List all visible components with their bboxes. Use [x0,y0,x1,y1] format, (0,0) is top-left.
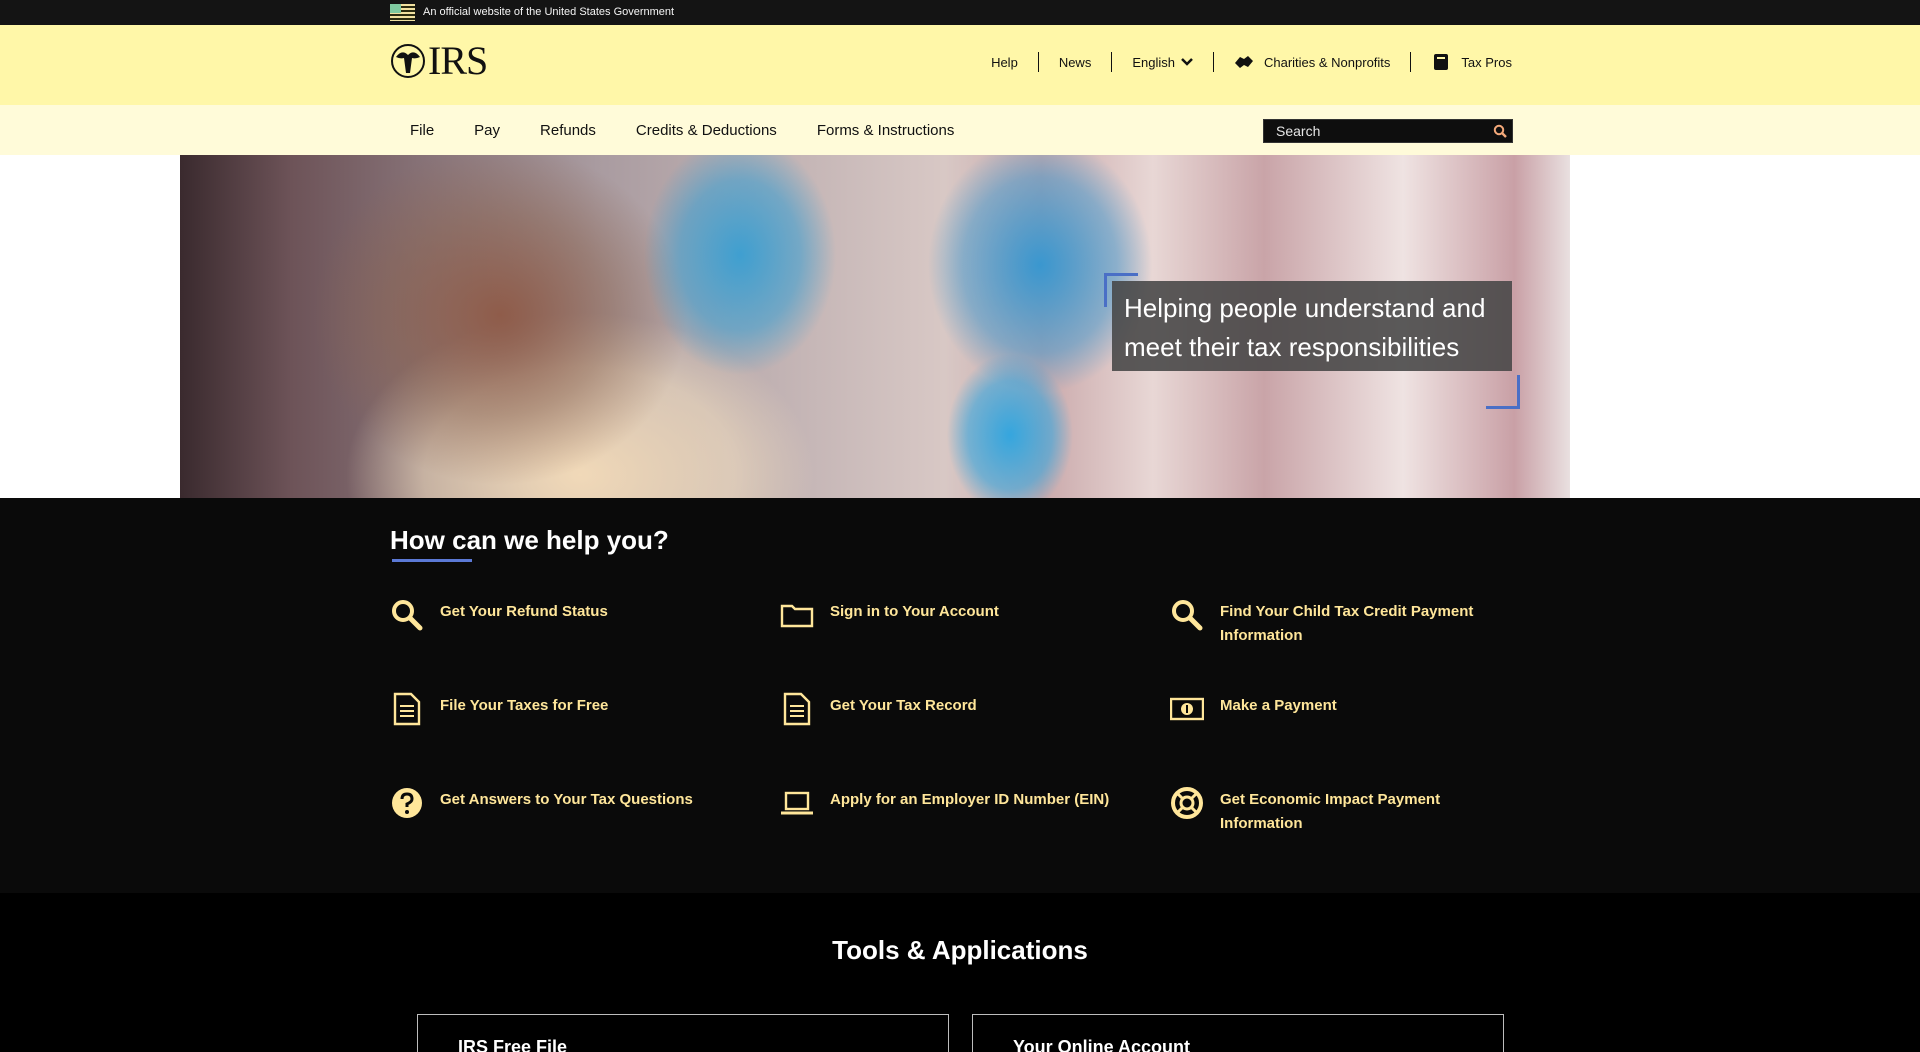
document-icon [393,692,421,726]
lifebuoy-icon [1171,787,1203,819]
help-link-tax-questions[interactable]: Get Answers to Your Tax Questions [390,786,720,820]
language-selector[interactable]: English [1111,52,1213,72]
util-link-help-label: Help [991,54,1018,70]
help-link-label: Get Economic Impact Payment Information [1220,791,1441,832]
logo-text: IRS [428,38,488,83]
tool-card-title: Your Online Account [1013,1037,1191,1052]
us-flag-icon [390,4,415,21]
help-link-label: File Your Taxes for Free [440,697,609,714]
search-box [1263,119,1513,143]
folder-icon [780,604,814,628]
gov-banner-inner: An official website of the United States… [390,4,674,21]
tools-title: Tools & Applications [832,935,1088,965]
help-link-label: Apply for an Employer ID Number (EIN) [830,791,1110,808]
hero-banner: Helping people understand and meet their… [0,155,1920,498]
money-icon [1170,697,1204,721]
irs-eagle-icon [391,44,425,78]
irs-logo[interactable]: IRS [390,38,488,83]
gov-banner: An official website of the United States… [0,0,1920,25]
help-link-ein[interactable]: Apply for an Employer ID Number (EIN) [780,786,1140,820]
document-icon [783,692,811,726]
util-link-taxpros[interactable]: Tax Pros [1410,52,1512,72]
site-header: IRS Help News English Charities & Nonpro… [0,25,1920,105]
help-link-sign-in[interactable]: Sign in to Your Account [780,598,1110,632]
magnifier-icon [1172,600,1203,631]
help-link-child-tax-credit[interactable]: Find Your Child Tax Credit Payment Infor… [1170,598,1500,648]
util-link-taxpros-label: Tax Pros [1461,54,1512,70]
help-section: How can we help you? Get Your Refund Sta… [0,498,1920,893]
main-nav: File Pay Refunds Credits & Deductions Fo… [0,105,1920,155]
util-link-news[interactable]: News [1037,52,1112,72]
tool-card-online-account[interactable]: Your Online Account [972,1014,1504,1052]
book-icon [1434,54,1449,70]
tool-card-free-file[interactable]: IRS Free File [417,1014,949,1052]
help-link-label: Make a Payment [1220,697,1337,714]
util-link-charities[interactable]: Charities & Nonprofits [1212,52,1410,72]
utility-nav: Help News English Charities & Nonprofits… [991,51,1512,73]
gov-banner-text: An official website of the United States… [423,6,675,18]
util-link-charities-label: Charities & Nonprofits [1263,54,1391,70]
help-title-underline [392,559,472,562]
help-link-label: Get Your Tax Record [830,697,977,714]
magnifier-icon [392,600,423,631]
help-link-refund-status[interactable]: Get Your Refund Status [390,598,720,632]
help-link-label: Get Your Refund Status [440,603,608,620]
nav-item-refunds[interactable]: Refunds [520,122,616,139]
help-link-label: Find Your Child Tax Credit Payment Infor… [1220,603,1474,644]
hero-message-box: Helping people understand and meet their… [1112,281,1512,371]
handshake-icon [1234,56,1253,68]
search-button[interactable] [1488,120,1512,142]
util-link-help[interactable]: Help [991,52,1038,72]
language-selector-label: English [1132,54,1175,70]
util-link-news-label: News [1058,54,1092,70]
tools-section: Tools & Applications IRS Free File Your … [0,893,1920,1052]
help-title: How can we help you? [390,525,669,555]
hero-bracket-bottom-right [1486,375,1520,409]
nav-item-forms-instructions[interactable]: Forms & Instructions [797,122,975,139]
help-link-make-payment[interactable]: Make a Payment [1170,692,1500,726]
chevron-down-icon [1181,58,1193,66]
help-link-tax-record[interactable]: Get Your Tax Record [780,692,1110,726]
help-link-label: Sign in to Your Account [830,603,999,620]
search-icon [1493,124,1507,138]
main-nav-items: File Pay Refunds Credits & Deductions Fo… [390,105,974,155]
nav-item-credits-deductions[interactable]: Credits & Deductions [616,122,797,139]
help-link-label: Get Answers to Your Tax Questions [440,791,693,808]
question-icon [392,788,422,818]
hero-text-line2: meet their tax responsibilities [1124,332,1460,362]
tool-card-title: IRS Free File [458,1037,568,1052]
nav-item-file[interactable]: File [390,122,454,139]
search-input[interactable] [1264,120,1488,142]
nav-item-pay[interactable]: Pay [454,122,520,139]
help-link-economic-impact[interactable]: Get Economic Impact Payment Information [1170,786,1500,836]
help-link-file-free[interactable]: File Your Taxes for Free [390,692,720,726]
hero-text-line1: Helping people understand and [1124,293,1486,323]
laptop-icon [781,791,813,815]
